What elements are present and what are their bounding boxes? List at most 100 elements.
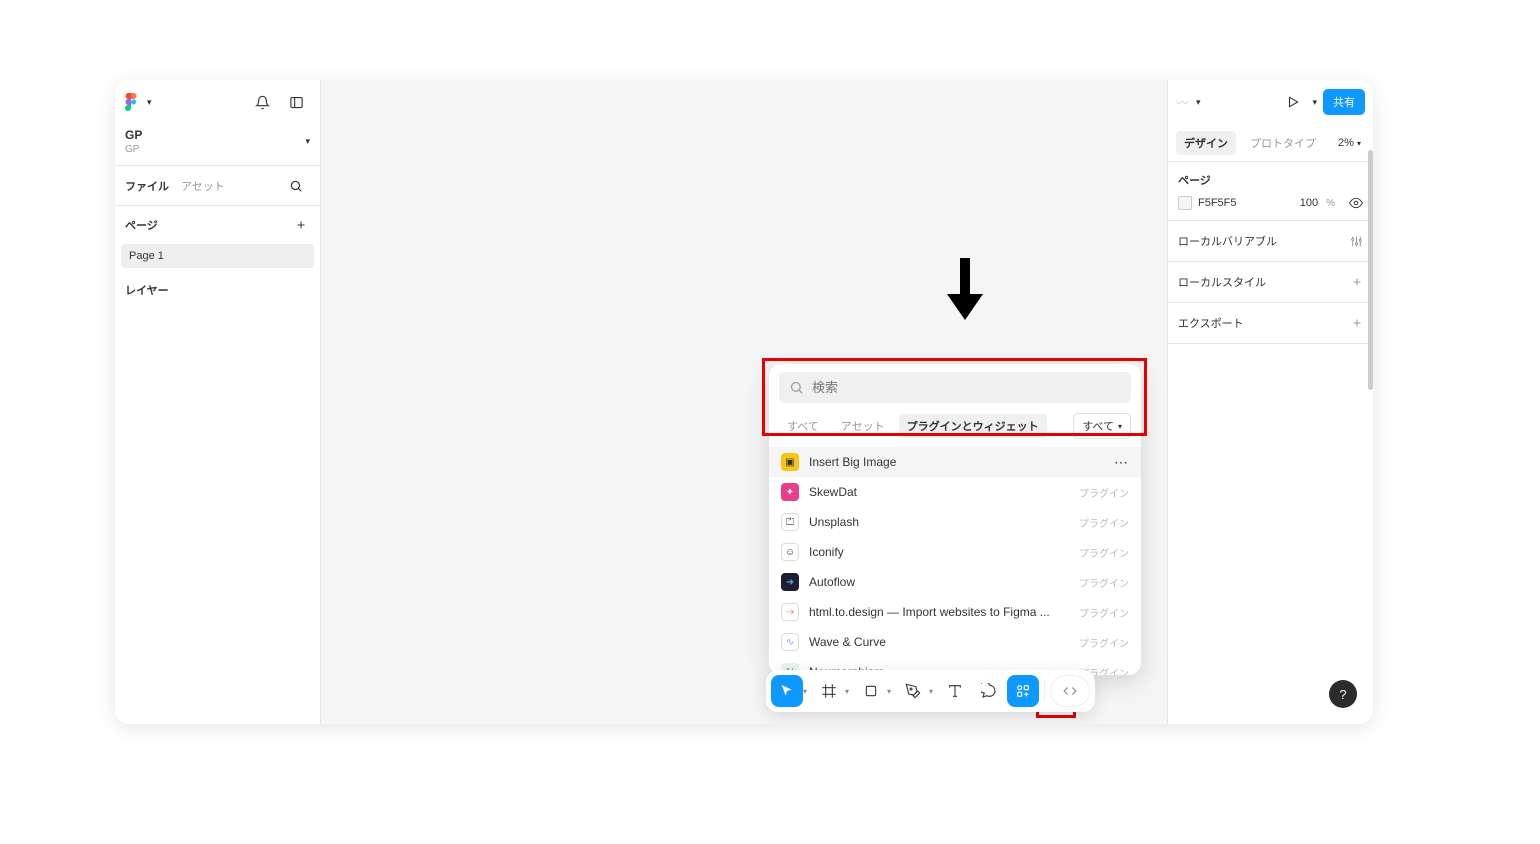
comment-tool[interactable] — [973, 675, 1005, 707]
plugin-icon: ⇢ — [781, 603, 799, 621]
toolbar: ▾ ▾ ▾ ▾ — [766, 670, 1095, 712]
left-panel-top: ▾ — [115, 80, 320, 124]
color-swatch[interactable] — [1178, 196, 1192, 210]
plugin-item[interactable]: ➜ Autoflow プラグイン — [769, 567, 1141, 597]
left-tabs: ファイル アセット — [115, 166, 320, 206]
text-tool[interactable] — [939, 675, 971, 707]
project-name: GP — [125, 144, 303, 155]
local-styles-row[interactable]: ローカルスタイル — [1168, 262, 1373, 303]
color-opacity[interactable]: 100 — [1300, 197, 1318, 209]
chevron-down-icon: ▾ — [1357, 139, 1361, 148]
dev-mode-toggle[interactable] — [1050, 675, 1090, 707]
right-panel-top: 〰 ▾ ▾ 共有 — [1168, 80, 1373, 124]
search-icon — [789, 380, 804, 395]
plugin-name: Unsplash — [809, 515, 1069, 529]
pen-tool[interactable] — [897, 675, 929, 707]
team-name: GP — [125, 128, 303, 142]
filter-assets[interactable]: アセット — [833, 414, 893, 438]
toggle-panels-icon[interactable] — [282, 88, 310, 116]
plugin-item[interactable]: ⇢html.to.design — Import websites to Fig… — [769, 597, 1141, 627]
zoom-level[interactable]: 2% ▾ — [1338, 137, 1365, 149]
filter-scope-dropdown[interactable]: すべて ▾ — [1073, 413, 1131, 439]
move-tool[interactable] — [771, 675, 803, 707]
tab-file[interactable]: ファイル — [125, 178, 169, 194]
add-export-button[interactable] — [1351, 317, 1363, 329]
plugin-type-label: プラグイン — [1079, 605, 1129, 620]
page-background-section: ページ F5F5F5 100 % — [1168, 162, 1373, 221]
plugin-name: Insert Big Image — [809, 455, 1104, 469]
plugin-type-label: プラグイン — [1079, 515, 1129, 530]
plugin-icon: ✦ — [781, 483, 799, 501]
tab-assets[interactable]: アセット — [181, 178, 225, 194]
tab-design[interactable]: デザイン — [1176, 131, 1236, 155]
filter-all[interactable]: すべて — [779, 414, 827, 438]
plugin-icon: ⏍ — [781, 513, 799, 531]
plugin-item[interactable]: ∿ Wave & Curve プラグイン — [769, 627, 1141, 657]
search-input-wrap[interactable] — [779, 372, 1131, 403]
plugin-icon: ∿ — [781, 633, 799, 651]
plugin-item[interactable]: ✦ SkewDat プラグイン — [769, 477, 1141, 507]
search-input[interactable] — [812, 380, 1121, 395]
page-item[interactable]: Page 1 — [121, 244, 314, 268]
chevron-down-icon[interactable]: ▾ — [147, 97, 152, 108]
multiplayer-icon[interactable]: 〰 — [1176, 94, 1188, 111]
background-color-row[interactable]: F5F5F5 100 % — [1178, 196, 1363, 210]
chevron-down-icon: ▾ — [1118, 422, 1122, 431]
color-hex[interactable]: F5F5F5 — [1198, 197, 1294, 209]
local-variables-row[interactable]: ローカルバリアブル — [1168, 221, 1373, 262]
right-tabs: デザイン プロトタイプ 2% ▾ — [1168, 124, 1373, 162]
plugin-list: ▣ Insert Big Image ⋯ ✦ SkewDat プラグイン ⏍ Unsplash… — [769, 447, 1141, 675]
chevron-down-icon[interactable]: ▾ — [803, 687, 807, 696]
pages-label: ページ — [125, 217, 158, 233]
chevron-down-icon[interactable]: ▾ — [887, 687, 891, 696]
plugin-name: Autoflow — [809, 575, 1069, 589]
shape-tool[interactable] — [855, 675, 887, 707]
search-icon[interactable] — [282, 172, 310, 200]
share-button[interactable]: 共有 — [1323, 89, 1365, 115]
chevron-down-icon[interactable]: ▾ — [1312, 97, 1317, 108]
resources-tool[interactable] — [1007, 675, 1039, 707]
plugin-icon: ▣ — [781, 453, 799, 471]
left-panel: ▾ GP GP ▾ ファイル アセット ページ — [115, 80, 321, 724]
chevron-down-icon[interactable]: ▾ — [305, 136, 310, 147]
add-style-button[interactable] — [1351, 276, 1363, 288]
visibility-toggle-icon[interactable] — [1349, 196, 1363, 210]
frame-tool[interactable] — [813, 675, 845, 707]
plugin-name: SkewDat — [809, 485, 1069, 499]
popup-search-row — [769, 364, 1141, 411]
layers-label: レイヤー — [115, 268, 320, 312]
app-window: ▾ GP GP ▾ ファイル アセット ページ — [115, 80, 1373, 724]
scrollbar[interactable] — [1368, 150, 1373, 390]
toolbar-separator — [1044, 680, 1045, 702]
canvas[interactable]: すべて アセット プラグインとウィジェット すべて ▾ ▣ Insert Big … — [321, 80, 1167, 724]
plugin-item[interactable]: ▣ Insert Big Image ⋯ — [769, 447, 1141, 477]
annotation-arrow-icon — [947, 258, 983, 320]
plugin-item[interactable]: ⏍ Unsplash プラグイン — [769, 507, 1141, 537]
notifications-icon[interactable] — [248, 88, 276, 116]
present-button[interactable] — [1282, 91, 1304, 113]
plugin-type-label: プラグイン — [1079, 575, 1129, 590]
plugin-item[interactable]: ☺Iconifyプラグイン — [769, 537, 1141, 567]
plugin-type-label: プラグイン — [1079, 485, 1129, 500]
plugin-icon: ➜ — [781, 573, 799, 591]
figma-logo-icon[interactable] — [125, 91, 139, 113]
filter-scope-label: すべて — [1082, 418, 1114, 434]
pages-section-header: ページ — [115, 206, 320, 244]
plugin-name: Iconify — [809, 545, 1069, 559]
add-page-button[interactable] — [292, 216, 310, 234]
page-section-label: ページ — [1178, 172, 1363, 188]
chevron-down-icon[interactable]: ▾ — [845, 687, 849, 696]
plugin-type-label: プラグイン — [1079, 635, 1129, 650]
chevron-down-icon[interactable]: ▾ — [1196, 97, 1201, 108]
filter-plugins[interactable]: プラグインとウィジェット — [899, 414, 1047, 438]
settings-icon[interactable] — [1350, 235, 1363, 248]
export-row[interactable]: エクスポート — [1168, 303, 1373, 344]
chevron-down-icon[interactable]: ▾ — [929, 687, 933, 696]
team-switcher[interactable]: GP GP ▾ — [115, 124, 320, 166]
help-button[interactable]: ? — [1329, 680, 1357, 708]
plugin-icon: ☺ — [781, 543, 799, 561]
plugin-name: Wave & Curve — [809, 635, 1069, 649]
popup-filters: すべて アセット プラグインとウィジェット すべて ▾ — [769, 411, 1141, 447]
more-icon[interactable]: ⋯ — [1114, 454, 1129, 471]
tab-prototype[interactable]: プロトタイプ — [1242, 131, 1324, 155]
